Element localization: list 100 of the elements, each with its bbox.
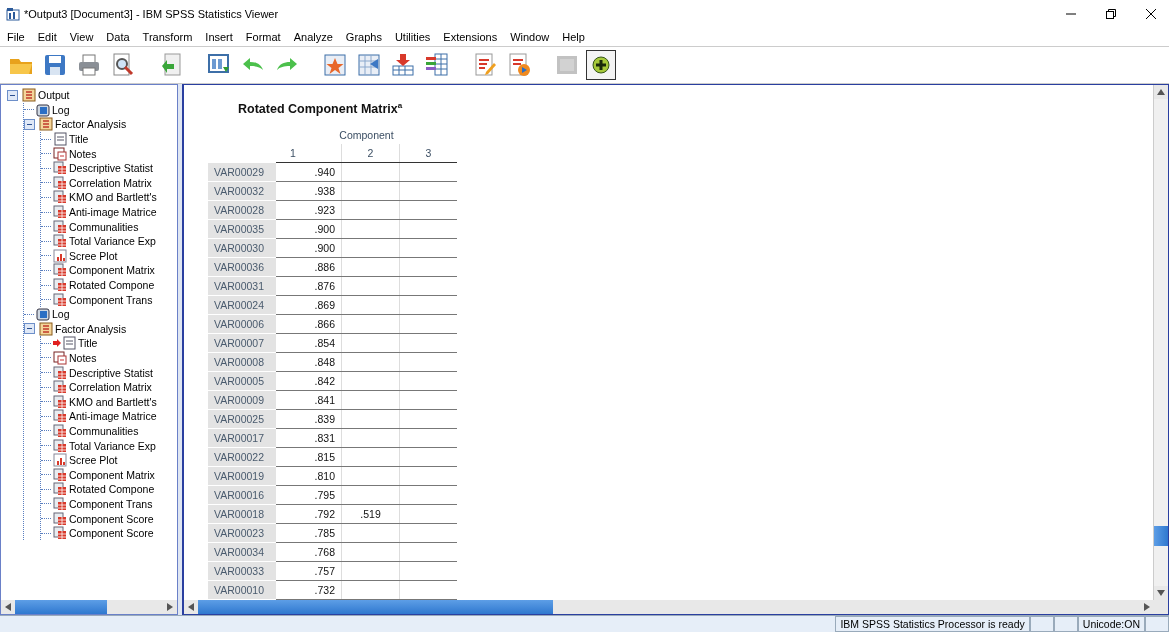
table-cell: .792 [276, 504, 342, 524]
right-arrow-icon [167, 603, 173, 611]
column-header: 1 [276, 144, 342, 163]
title-item-icon [53, 132, 67, 147]
notes-item-icon [53, 146, 67, 161]
restore-icon [1106, 9, 1116, 19]
outline-item[interactable]: Correlation Matrix [69, 381, 152, 394]
table-item-icon [53, 467, 67, 482]
table-item-icon [53, 438, 67, 453]
menu-item[interactable]: Insert [200, 31, 241, 43]
outline-item[interactable]: Correlation Matrix [69, 176, 152, 189]
table-cell: .831 [276, 428, 342, 448]
outline-item[interactable]: Anti-image Matrice [69, 410, 157, 423]
table-cell: .815 [276, 447, 342, 467]
menu-item[interactable]: Graphs [340, 31, 390, 43]
table-item-icon [53, 190, 67, 205]
scroll-thumb[interactable] [198, 600, 553, 614]
menu-item[interactable]: Transform [137, 31, 201, 43]
scroll-thumb[interactable] [15, 600, 107, 614]
outline-item[interactable]: Factor Analysis [55, 322, 127, 335]
printer-icon [76, 52, 102, 78]
table-cell: .785 [276, 523, 342, 543]
outline-item[interactable]: Notes [69, 352, 97, 364]
menu-item[interactable]: Extensions [438, 31, 506, 43]
outline-item[interactable]: Descriptive Statist [69, 162, 154, 175]
outline-item[interactable]: Scree Plot [69, 249, 118, 262]
outline-item[interactable]: Factor Analysis [55, 118, 127, 131]
collapse-toggle[interactable] [7, 89, 18, 101]
table-item-icon [53, 278, 67, 292]
menu-item[interactable]: Data [101, 31, 138, 43]
title-item-icon [62, 336, 76, 351]
table-item-icon [53, 482, 67, 497]
table-cell: .923 [276, 200, 342, 220]
table-item-icon [53, 234, 67, 249]
outline-item[interactable]: Title [78, 337, 98, 350]
left-arrow-icon [5, 603, 11, 611]
outline-item[interactable]: Output [38, 89, 70, 102]
colored-bars-grid-icon [424, 52, 450, 78]
outline-item[interactable]: Communalities [69, 220, 139, 233]
scroll-arrow-button[interactable] [1154, 586, 1168, 600]
up-arrow-icon [1157, 89, 1165, 95]
window-title: *Output3 [Document3] - IBM SPSS Statistics Viewer [24, 8, 280, 20]
table-cell: .839 [276, 409, 342, 429]
outline-item[interactable]: Scree Plot [69, 454, 118, 467]
menu-item[interactable]: Edit [32, 31, 65, 43]
outline-item[interactable]: Rotated Compone [69, 279, 155, 291]
horizontal-scrollbar[interactable] [1, 600, 177, 614]
collapse-toggle[interactable] [24, 119, 35, 130]
app-icon [6, 7, 20, 21]
outline-item[interactable]: Component Score [69, 512, 154, 525]
outline-item[interactable]: Log [52, 308, 70, 321]
outline-item[interactable]: Communalities [69, 424, 139, 437]
table-item-icon [53, 423, 67, 438]
table-cell: .900 [276, 219, 342, 239]
menu-item[interactable]: Analyze [288, 31, 341, 43]
toolbar-button[interactable] [586, 50, 616, 80]
table-cell: .841 [276, 390, 342, 410]
table-item-icon [53, 511, 67, 526]
outline-item[interactable]: Anti-image Matrice [69, 206, 157, 219]
outline-item[interactable]: Component Trans [69, 293, 153, 306]
menu-item[interactable]: Format [240, 31, 289, 43]
right-arrow-icon [1144, 603, 1150, 611]
outline-item[interactable]: Total Variance Exp [69, 235, 156, 248]
vertical-scrollbar[interactable] [1153, 85, 1168, 600]
table-cell: .876 [276, 276, 342, 296]
table-cell: .795 [276, 485, 342, 505]
outline-item[interactable]: KMO and Bartlett's [69, 395, 157, 408]
table-item-icon [53, 526, 67, 541]
menu-item[interactable]: View [64, 31, 102, 43]
outline-item[interactable]: KMO and Bartlett's [69, 191, 157, 204]
outline-item[interactable]: Notes [69, 147, 97, 160]
menu-item[interactable]: Utilities [389, 31, 439, 43]
outline-item[interactable]: Component Score [69, 527, 154, 540]
outline-item[interactable]: Total Variance Exp [69, 439, 156, 452]
menu-item[interactable]: Help [557, 31, 593, 43]
outline-item[interactable]: Log [52, 103, 70, 116]
collapse-toggle[interactable] [24, 323, 35, 335]
outline-item[interactable]: Component Trans [69, 497, 153, 510]
horizontal-scrollbar[interactable] [184, 600, 1168, 614]
chart-item-icon [53, 248, 67, 263]
menu-item[interactable]: Window [505, 31, 558, 43]
table-cell: .848 [276, 352, 342, 372]
close-icon [1146, 9, 1156, 19]
scroll-thumb[interactable] [1154, 526, 1168, 546]
grid-down-arrow-icon [390, 52, 416, 78]
table-cell: .854 [276, 333, 342, 353]
star-grid-icon [322, 52, 348, 78]
outline-item[interactable]: Component Matrix [69, 264, 155, 277]
heading-item-icon [39, 321, 53, 336]
down-arrow-icon [1157, 590, 1165, 596]
table-item-icon [53, 205, 67, 220]
table-cell: .810 [276, 466, 342, 486]
outline-item[interactable]: Title [69, 133, 89, 146]
table-item-icon [53, 496, 67, 511]
outline-item[interactable]: Component Matrix [69, 468, 155, 481]
encoding-status: Unicode:ON [1077, 616, 1145, 632]
menu-item[interactable]: File [2, 31, 33, 43]
outline-item[interactable]: Descriptive Statist [69, 366, 154, 379]
scroll-arrow-button[interactable] [1154, 85, 1168, 99]
outline-item[interactable]: Rotated Compone [69, 483, 155, 496]
